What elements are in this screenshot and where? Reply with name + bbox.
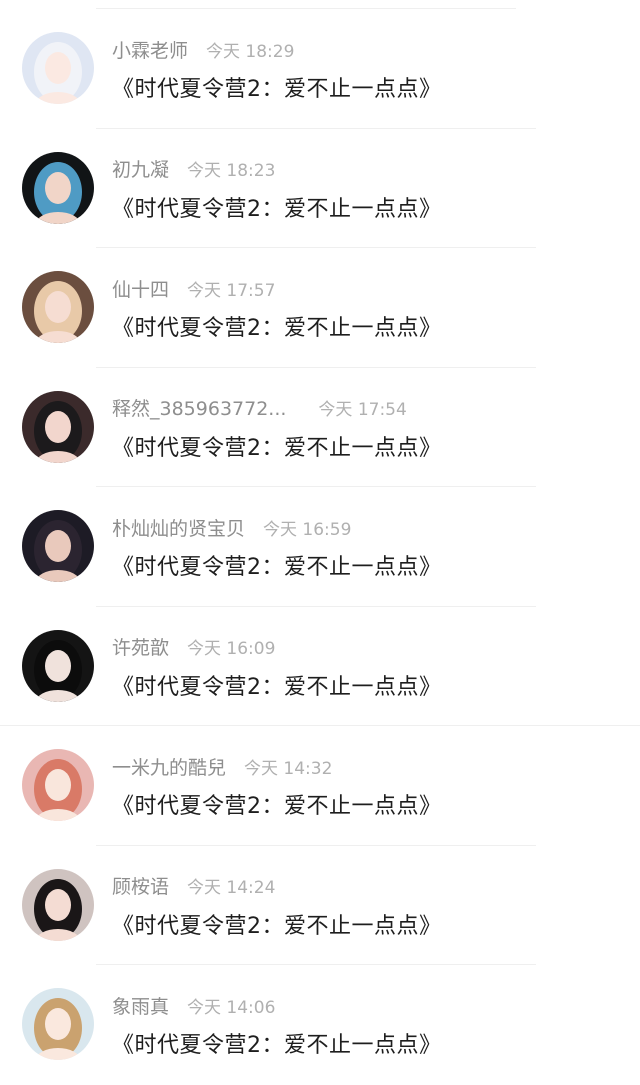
avatar[interactable] [22, 749, 94, 821]
avatar-face [45, 888, 71, 921]
timestamp: 今天 18:23 [187, 161, 276, 181]
comment-row[interactable]: 顾桉语 今天 14:24 《时代夏令营2：爱不止一点点》 [0, 846, 640, 965]
comment-text: 《时代夏令营2：爱不止一点点》 [112, 1033, 442, 1058]
comment-meta: 小霖老师 今天 18:29 [112, 36, 295, 63]
comment-text: 《时代夏令营2：爱不止一点点》 [112, 555, 442, 580]
username[interactable]: 朴灿灿的贤宝贝 [112, 514, 245, 541]
comment-text: 《时代夏令营2：爱不止一点点》 [112, 674, 442, 700]
username[interactable]: 仙十四 [112, 275, 169, 302]
comment-list: 小霖老师 今天 18:29 《时代夏令营2：爱不止一点点》 初九凝 今天 18:… [0, 9, 640, 1085]
avatar-image [22, 271, 94, 343]
comment-row[interactable]: 许苑歆 今天 16:09 《时代夏令营2：爱不止一点点》 [0, 607, 640, 726]
avatar-image [22, 510, 94, 582]
comment-text: 《时代夏令营2：爱不止一点点》 [112, 196, 442, 222]
comment-meta: 许苑歆 今天 16:09 [112, 635, 275, 659]
comment-meta: 朴灿灿的贤宝贝 今天 16:59 [112, 514, 352, 541]
avatar[interactable] [22, 868, 94, 941]
comment-row[interactable]: 仙十四 今天 17:57 《时代夏令营2：爱不止一点点》 [0, 248, 640, 368]
avatar-face [45, 52, 71, 84]
avatar-image [22, 629, 94, 702]
timestamp: 今天 14:24 [187, 878, 276, 898]
avatar-face [45, 171, 71, 204]
avatar[interactable] [22, 271, 94, 343]
comment-row[interactable]: 象雨真 今天 14:06 《时代夏令营2：爱不止一点点》 [0, 965, 640, 1085]
comment-row[interactable]: 初九凝 今天 18:23 《时代夏令营2：爱不止一点点》 [0, 129, 640, 248]
avatar[interactable] [22, 32, 94, 104]
comment-row[interactable]: 释然_385963772... 今天 17:54 《时代夏令营2：爱不止一点点》 [0, 368, 640, 487]
username[interactable]: 初九凝 [112, 155, 169, 182]
avatar-face [45, 769, 71, 801]
timestamp: 今天 14:32 [244, 758, 333, 779]
username[interactable]: 象雨真 [112, 992, 169, 1019]
comment-meta: 初九凝 今天 18:23 [112, 157, 275, 181]
avatar[interactable] [22, 151, 94, 224]
username[interactable]: 一米九的酷兒 [112, 753, 226, 780]
avatar-face [45, 1008, 71, 1040]
comment-text: 《时代夏令营2：爱不止一点点》 [112, 794, 442, 819]
username[interactable]: 小霖老师 [112, 36, 188, 63]
timestamp: 今天 16:59 [263, 519, 352, 540]
avatar[interactable] [22, 629, 94, 702]
comment-meta: 仙十四 今天 17:57 [112, 275, 276, 302]
comment-text: 《时代夏令营2：爱不止一点点》 [112, 435, 442, 461]
comment-text: 《时代夏令营2：爱不止一点点》 [112, 316, 442, 341]
comment-row[interactable]: 一米九的酷兒 今天 14:32 《时代夏令营2：爱不止一点点》 [0, 726, 640, 846]
comment-meta: 释然_385963772... 今天 17:54 [112, 396, 407, 420]
timestamp: 今天 16:09 [187, 639, 276, 659]
avatar-face [45, 530, 71, 562]
avatar[interactable] [22, 510, 94, 582]
avatar-face [45, 410, 71, 443]
avatar[interactable] [22, 988, 94, 1060]
timestamp: 今天 18:29 [206, 41, 295, 62]
comment-meta: 象雨真 今天 14:06 [112, 992, 276, 1019]
comment-text: 《时代夏令营2：爱不止一点点》 [112, 77, 442, 102]
username[interactable]: 顾桉语 [112, 872, 169, 899]
avatar-image [22, 868, 94, 941]
avatar-image [22, 390, 94, 463]
avatar-image [22, 988, 94, 1060]
avatar-face [45, 291, 71, 323]
username[interactable]: 许苑歆 [112, 633, 169, 660]
avatar[interactable] [22, 390, 94, 463]
avatar-image [22, 32, 94, 104]
avatar-image [22, 749, 94, 821]
username[interactable]: 释然_385963772... [112, 394, 286, 421]
timestamp: 今天 14:06 [187, 997, 276, 1018]
comment-row[interactable]: 小霖老师 今天 18:29 《时代夏令营2：爱不止一点点》 [0, 9, 640, 129]
comment-meta: 顾桉语 今天 14:24 [112, 874, 275, 898]
avatar-face [45, 649, 71, 682]
avatar-image [22, 151, 94, 224]
comment-row[interactable]: 朴灿灿的贤宝贝 今天 16:59 《时代夏令营2：爱不止一点点》 [0, 487, 640, 607]
comment-text: 《时代夏令营2：爱不止一点点》 [112, 913, 442, 939]
timestamp: 今天 17:54 [318, 400, 407, 420]
timestamp: 今天 17:57 [187, 280, 276, 301]
comment-meta: 一米九的酷兒 今天 14:32 [112, 753, 333, 780]
